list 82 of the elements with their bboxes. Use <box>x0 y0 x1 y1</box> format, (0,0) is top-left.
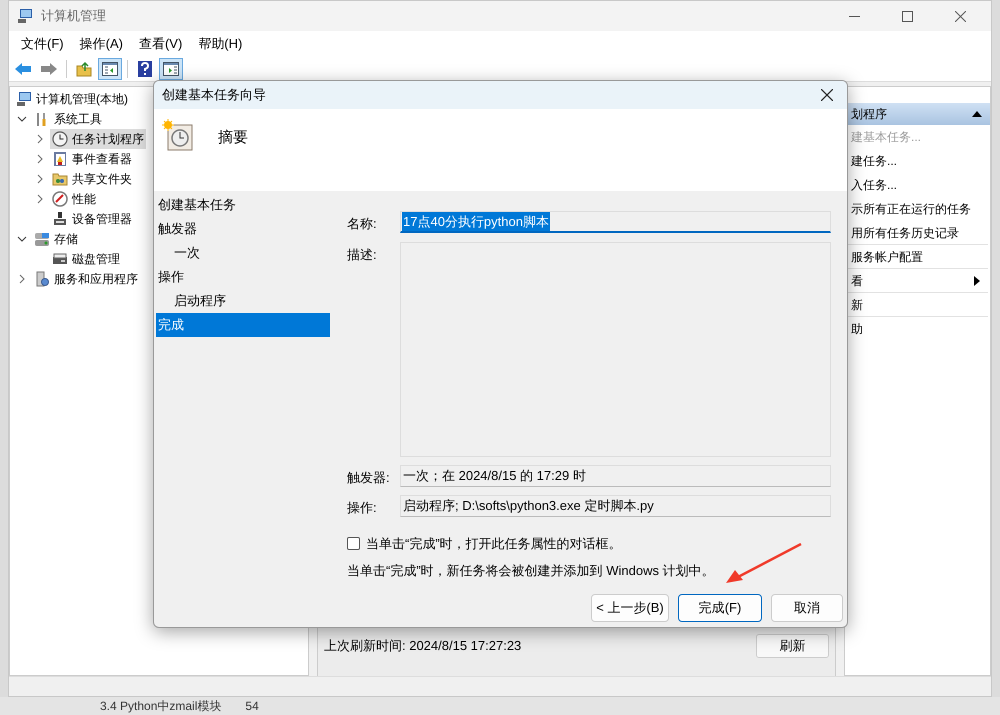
submenu-arrow-icon <box>974 276 980 286</box>
tree-item-label: 计算机管理(本地) <box>36 91 128 108</box>
tree-item[interactable]: 服务和应用程序 <box>32 269 140 289</box>
tree-item-label: 事件查看器 <box>72 151 132 168</box>
checkbox[interactable] <box>347 536 360 550</box>
server-gear-icon <box>34 271 50 287</box>
actions-header[interactable]: 划程序 <box>845 103 990 125</box>
collapsed-chevron-icon[interactable] <box>37 134 43 144</box>
tree-item[interactable]: 任务计划程序 <box>50 129 146 149</box>
tree-item[interactable]: 计算机管理(本地) <box>14 89 130 109</box>
checkbox-label[interactable]: 当单击“完成”时，打开此任务属性的对话框。 <box>366 534 622 553</box>
tree-item-label: 磁盘管理 <box>72 251 120 268</box>
tree-item-label: 性能 <box>72 191 96 208</box>
list-item-count: 54 <box>245 699 259 713</box>
device-icon <box>52 211 68 227</box>
name-field[interactable]: 17点40分执行python脚本 <box>400 211 831 233</box>
tree-item[interactable]: 磁盘管理 <box>50 249 122 269</box>
clock-icon <box>52 131 68 147</box>
dialog-button[interactable]: < 上一步(B) <box>591 594 669 622</box>
disk-drive-icon <box>52 251 68 267</box>
dialog-button[interactable]: 完成(F) <box>678 594 762 622</box>
menu-item[interactable]: 帮助(H) <box>190 32 250 54</box>
expanded-chevron-icon[interactable] <box>17 236 27 242</box>
collapsed-chevron-icon[interactable] <box>37 174 43 184</box>
tree-item-label: 系统工具 <box>54 111 102 128</box>
collapsed-chevron-icon[interactable] <box>37 194 43 204</box>
tree-item-label: 服务和应用程序 <box>54 271 138 288</box>
action-item[interactable]: 示所有正在运行的任务 <box>847 197 988 221</box>
collapsed-chevron-icon[interactable] <box>19 274 25 284</box>
tree-item[interactable]: 系统工具 <box>32 109 104 129</box>
refresh-time-text: 上次刷新时间: 2024/8/15 17:27:23 <box>324 636 522 655</box>
tree-item[interactable]: 事件查看器 <box>50 149 134 169</box>
dialog-title: 创建基本任务向导 <box>162 86 267 104</box>
action-item[interactable]: 建任务... <box>847 149 988 173</box>
note-text: 当单击“完成”时，新任务将会被创建并添加到 Windows 计划中。 <box>347 562 716 580</box>
performance-icon <box>52 191 68 207</box>
wizard-step: 一次 <box>156 241 330 265</box>
tree-item[interactable]: 存储 <box>32 229 80 249</box>
field-label: 描述: <box>347 246 378 264</box>
page-heading: 摘要 <box>218 128 248 148</box>
tree-item-label: 存储 <box>54 231 78 248</box>
collapse-icon <box>972 111 982 117</box>
field-label: 名称: <box>347 215 378 233</box>
tree-item-label: 任务计划程序 <box>72 131 144 148</box>
tree-item-label: 设备管理器 <box>72 211 132 228</box>
wizard-step: 触发器 <box>156 217 330 241</box>
menu-item[interactable]: 文件(F) <box>13 32 72 54</box>
wizard-step: 完成 <box>156 313 330 337</box>
tree-item[interactable]: 设备管理器 <box>50 209 134 229</box>
console-tree-icon[interactable] <box>98 58 122 80</box>
readonly-field: 一次；在 2024/8/15 的 17:29 时 <box>400 464 831 486</box>
action-item[interactable]: 助 <box>847 317 988 341</box>
computer-icon <box>16 91 32 107</box>
tree-item[interactable]: 共享文件夹 <box>50 169 134 189</box>
window-title: 计算机管理 <box>41 7 106 26</box>
refresh-button[interactable]: 刷新 <box>756 634 829 658</box>
actions-header-label: 划程序 <box>851 106 887 123</box>
tree-item-label: 共享文件夹 <box>72 171 132 188</box>
storage-icon <box>34 231 50 247</box>
tree-item[interactable]: 性能 <box>50 189 98 209</box>
readonly-field: 启动程序; D:\softs\python3.exe 定时脚本.py <box>400 495 831 517</box>
scheduled-clock-icon <box>162 119 194 151</box>
menu-item[interactable]: 操作(A) <box>72 32 131 54</box>
selected-text: 17点40分执行python脚本 <box>402 212 550 232</box>
close-icon[interactable] <box>955 10 966 22</box>
wizard-step: 启动程序 <box>156 289 330 313</box>
field-label: 触发器: <box>347 468 391 486</box>
shared-folder-icon <box>52 171 68 187</box>
action-item[interactable]: 入任务... <box>847 173 988 197</box>
list-item-title: 3.4 Python中zmail模块 <box>100 699 222 713</box>
close-icon[interactable] <box>821 89 833 101</box>
maximize-icon[interactable] <box>902 10 913 22</box>
wizard-step: 操作 <box>156 265 330 289</box>
menu-item[interactable]: 查看(V) <box>130 32 190 54</box>
dialog-button[interactable]: 取消 <box>771 594 843 622</box>
computer-icon <box>17 8 33 24</box>
action-pane-icon[interactable] <box>159 58 183 80</box>
expanded-chevron-icon[interactable] <box>17 116 27 122</box>
field-label: 操作: <box>347 499 378 517</box>
event-log-icon <box>52 151 68 167</box>
wizard-step: 创建基本任务 <box>156 193 330 217</box>
collapsed-chevron-icon[interactable] <box>37 154 43 164</box>
